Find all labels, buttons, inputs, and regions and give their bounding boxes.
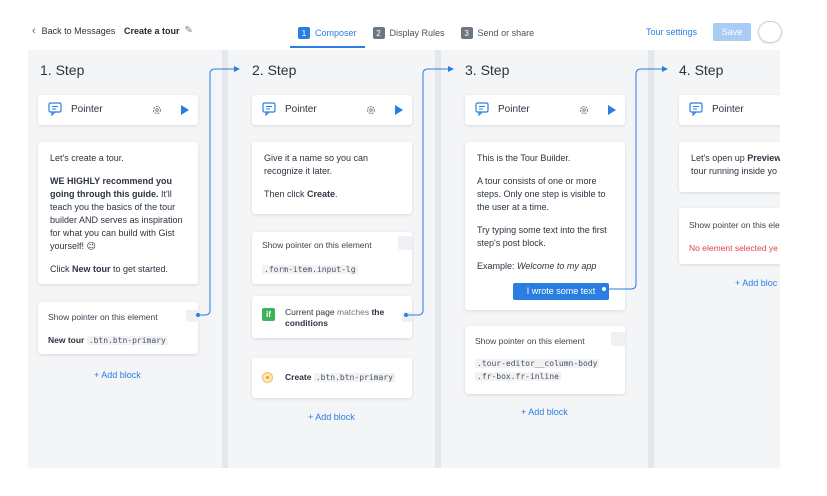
show-pointer-label: Show pointer on this ele: [689, 220, 780, 230]
tour-settings-link[interactable]: Tour settings: [646, 27, 697, 37]
step-column-1: 1. Step Pointer Let's create a tour. WE …: [28, 50, 236, 468]
post-block[interactable]: This is the Tour Builder. A tour consist…: [465, 142, 625, 310]
action-selector: .btn.btn-primary: [313, 373, 395, 382]
post-text: Give it a name so you can recognize it l…: [264, 153, 369, 176]
step-column-2: 2. Step Pointer Give it a name so you ca…: [228, 50, 436, 468]
click-target-icon: [262, 372, 273, 383]
pencil-icon[interactable]: ✎: [185, 25, 193, 36]
tab-send-or-share[interactable]: 3 Send or share: [453, 20, 543, 46]
pointer-label: Pointer: [285, 104, 317, 115]
element-descriptor: New tour .btn.btn-primary: [48, 335, 168, 345]
post-text: Try typing some text into the first step…: [477, 225, 607, 248]
step-title: 3. Step: [465, 62, 510, 78]
back-to-messages-link[interactable]: ‹ Back to Messages: [32, 25, 115, 37]
if-condition-icon: if: [262, 308, 275, 321]
pointer-label: Pointer: [498, 104, 530, 115]
post-text: Then click Create.: [264, 189, 338, 199]
column-divider: [648, 50, 654, 468]
step-title: 1. Step: [40, 62, 85, 78]
post-block[interactable]: Give it a name so you can recognize it l…: [252, 142, 412, 214]
post-block[interactable]: Let's create a tour. WE HIGHLY recommend…: [38, 142, 198, 284]
element-selector: .fr-box.fr-inline: [475, 372, 561, 381]
pointer-block[interactable]: Pointer: [679, 95, 780, 125]
action-descriptor: Create .btn.btn-primary: [285, 372, 395, 382]
pointer-message-icon: [48, 102, 62, 116]
show-pointer-label: Show pointer on this element: [48, 312, 158, 322]
post-text: A tour consists of one or more steps. On…: [477, 176, 606, 212]
chevron-left-icon: ‹: [32, 25, 36, 37]
pointer-label: Pointer: [712, 104, 744, 115]
element-target-block[interactable]: Show pointer on this element .form-item.…: [252, 232, 412, 284]
play-icon[interactable]: [394, 104, 404, 116]
post-text: tour running inside yo: [691, 166, 778, 176]
back-label: Back to Messages: [41, 26, 116, 36]
pointer-message-icon: [475, 102, 489, 116]
element-name: New tour: [48, 335, 85, 345]
add-block-button[interactable]: + Add block: [521, 407, 568, 417]
post-bold-text: WE HIGHLY recommend you going through th…: [50, 176, 173, 199]
post-block[interactable]: Let's open up Preview tour running insid…: [679, 142, 780, 192]
element-target-block[interactable]: Show pointer on this ele No element sele…: [679, 208, 780, 264]
pointer-block[interactable]: Pointer: [38, 95, 198, 125]
tab-number: 2: [372, 27, 385, 39]
show-pointer-label: Show pointer on this element: [262, 240, 372, 250]
step-title: 2. Step: [252, 62, 297, 78]
tour-canvas: 1. Step Pointer Let's create a tour. WE …: [28, 50, 780, 468]
tab-display-rules[interactable]: 2 Display Rules: [365, 20, 453, 46]
show-pointer-label: Show pointer on this element: [475, 336, 585, 346]
action-name: Create: [285, 372, 312, 382]
connector-handle[interactable]: [186, 310, 200, 322]
tab-number: 1: [298, 27, 310, 39]
tab-label: Composer: [315, 28, 357, 38]
tour-title[interactable]: Create a tour ✎: [124, 25, 193, 36]
add-block-button[interactable]: + Add bloc: [735, 278, 777, 288]
connector-handle[interactable]: [611, 332, 625, 346]
element-selector: .btn.btn-primary: [86, 336, 168, 345]
gear-icon[interactable]: [578, 104, 590, 116]
post-text: Example: Welcome to my app: [477, 261, 597, 271]
pointer-message-icon: [689, 102, 703, 116]
step-column-4: 4. Step Pointer Let's open up Preview to…: [655, 50, 780, 468]
play-icon[interactable]: [180, 104, 190, 116]
condition-block[interactable]: if Current page matches the conditions: [252, 296, 412, 338]
element-target-block[interactable]: Show pointer on this element New tour .b…: [38, 302, 200, 354]
post-text: This is the Tour Builder.: [477, 153, 571, 163]
add-block-button[interactable]: + Add block: [308, 412, 355, 422]
tab-number: 3: [460, 27, 473, 39]
element-selector: .form-item.input-lg: [262, 265, 358, 274]
tour-title-text: Create a tour: [124, 25, 180, 36]
connector-handle[interactable]: [402, 312, 412, 322]
element-target-block[interactable]: Show pointer on this element .tour-edito…: [465, 326, 625, 394]
action-block[interactable]: Create .btn.btn-primary: [252, 358, 412, 398]
post-text: Let's open up Preview: [691, 153, 780, 163]
tab-composer[interactable]: 1 Composer: [290, 20, 365, 48]
gear-icon[interactable]: [151, 104, 163, 116]
top-bar: ‹ Back to Messages Create a tour ✎ 1 Com…: [0, 0, 827, 50]
post-text: WE HIGHLY recommend you going through th…: [50, 175, 186, 253]
pointer-block[interactable]: Pointer: [465, 95, 625, 125]
pointer-block[interactable]: Pointer: [252, 95, 412, 125]
post-text: Let's create a tour.: [50, 153, 124, 163]
live-toggle[interactable]: [758, 21, 782, 43]
condition-text: Current page matches the conditions: [285, 307, 385, 328]
step-column-3: 3. Step Pointer This is the Tour Builder…: [441, 50, 649, 468]
add-block-button[interactable]: + Add block: [94, 370, 141, 380]
step-tabs: 1 Composer 2 Display Rules 3 Send or sha…: [290, 20, 542, 48]
element-selector: .tour-editor__column-body: [475, 359, 600, 368]
tab-label: Display Rules: [389, 28, 445, 38]
no-element-warning: No element selected ye: [689, 243, 778, 253]
play-icon[interactable]: [607, 104, 617, 116]
save-button[interactable]: Save: [713, 23, 751, 41]
step-title: 4. Step: [679, 62, 724, 78]
connector-handle[interactable]: [398, 236, 412, 250]
pointer-message-icon: [262, 102, 276, 116]
pointer-label: Pointer: [71, 104, 103, 115]
post-text: Click New tour to get started.: [50, 264, 169, 274]
i-wrote-some-text-button[interactable]: I wrote some text: [513, 283, 609, 300]
gear-icon[interactable]: [365, 104, 377, 116]
tab-label: Send or share: [477, 28, 535, 38]
